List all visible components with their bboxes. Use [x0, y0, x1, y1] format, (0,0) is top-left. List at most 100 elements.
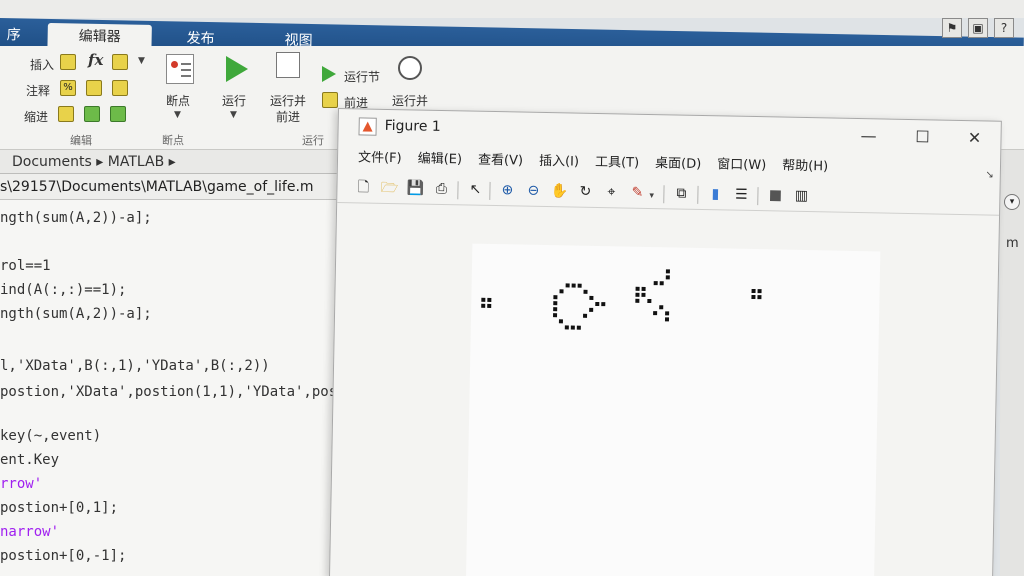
chevron-down-icon[interactable]: ▾ [649, 191, 654, 201]
editor-file-tab[interactable]: s\29157\Documents\MATLAB\game_of_life.m [0, 174, 350, 200]
live-cell [635, 286, 640, 291]
live-cell [571, 283, 576, 288]
minimize-icon[interactable]: — [854, 125, 882, 148]
live-cell [653, 281, 658, 286]
smart-indent-icon[interactable] [58, 106, 74, 122]
live-cell [564, 325, 569, 330]
figure-window[interactable]: Figure 1 — ☐ ✕ 文件(F) 编辑(E) 查看(V) 插入(I) 工… [328, 108, 1002, 576]
insert-section-icon[interactable] [60, 54, 76, 70]
chevron-down-icon[interactable]: ▼ [230, 110, 237, 120]
increase-indent-icon[interactable] [84, 106, 100, 122]
live-cell [553, 301, 558, 306]
code-line: ngth(sum(A,2))-a]; [0, 210, 152, 226]
comment-label[interactable]: 注释 [26, 82, 50, 99]
run-advance-label-2[interactable]: 前进 [276, 108, 300, 125]
hide-plot-tools-icon[interactable]: ■ [765, 185, 785, 205]
live-cell [481, 297, 486, 302]
run-section-icon[interactable] [322, 66, 336, 82]
live-cell [576, 325, 581, 330]
live-cell [565, 283, 570, 288]
live-cell [570, 325, 575, 330]
run-label[interactable]: 运行 [222, 92, 246, 109]
save-icon[interactable]: 💾 [405, 178, 425, 198]
code-line: postion+[0,1]; [0, 500, 119, 516]
zoom-in-icon[interactable]: ⊕ [497, 180, 517, 200]
live-cell [757, 289, 762, 294]
show-plot-tools-icon[interactable]: ▥ [791, 186, 811, 206]
code-line: rol==1 [0, 258, 51, 274]
run-advance-icon[interactable] [276, 52, 300, 78]
new-figure-icon[interactable]: 🗋 [353, 177, 373, 197]
brush-icon[interactable]: ✎ [627, 183, 647, 203]
save-layout-icon[interactable]: ▣ [968, 18, 988, 38]
breakpoints-label[interactable]: 断点 [166, 92, 190, 109]
code-line: ent.Key [0, 452, 60, 468]
chevron-down-icon[interactable]: ▼ [138, 56, 145, 66]
toolbar-divider [663, 185, 665, 204]
game-of-life-axes[interactable] [465, 243, 881, 576]
workspace-label: m [1006, 236, 1019, 251]
close-icon[interactable]: ✕ [960, 127, 988, 150]
code-editor[interactable]: ngth(sum(A,2))-a]; rol==1 ind(A(:,:)==1)… [0, 200, 354, 576]
data-cursor-icon[interactable]: ⌖ [601, 182, 621, 202]
uncomment-icon[interactable] [86, 80, 102, 96]
colorbar-icon[interactable]: ▮ [705, 184, 725, 204]
live-cell [659, 281, 664, 286]
link-icon[interactable]: ⧉ [671, 183, 691, 203]
maximize-icon[interactable]: ☐ [908, 126, 936, 149]
panel-actions-icon[interactable]: ▾ [1004, 194, 1020, 210]
breakpoints-icon[interactable] [166, 54, 194, 84]
menu-window[interactable]: 窗口(W) [717, 152, 766, 179]
live-cell [659, 305, 664, 310]
tab-program[interactable]: 序 [0, 22, 34, 49]
shortcut-icon[interactable]: ⚑ [942, 18, 962, 38]
run-and-time-label[interactable]: 运行并 [392, 92, 428, 109]
print-icon[interactable]: ⎙ [431, 179, 451, 199]
legend-icon[interactable]: ☰ [731, 185, 751, 205]
run-advance-label[interactable]: 运行并 [270, 92, 306, 109]
indent-label[interactable]: 缩进 [24, 108, 48, 125]
wrap-comments-icon[interactable] [112, 80, 128, 96]
run-section-label[interactable]: 运行节 [344, 68, 380, 85]
help-icon[interactable]: ? [994, 18, 1014, 38]
clock-icon[interactable] [398, 56, 422, 80]
menu-tools[interactable]: 工具(T) [595, 150, 640, 177]
live-cell [665, 269, 670, 274]
live-cell [641, 292, 646, 297]
breadcrumb[interactable]: Documents ▸ MATLAB ▸ [0, 150, 350, 174]
menu-file[interactable]: 文件(F) [358, 145, 402, 172]
percent-icon[interactable]: % [60, 80, 76, 96]
live-cell [589, 295, 594, 300]
title-strip [0, 0, 1024, 18]
decrease-indent-icon[interactable] [110, 106, 126, 122]
insert-label[interactable]: 插入 [30, 56, 54, 73]
live-cell [635, 292, 640, 297]
menu-edit[interactable]: 编辑(E) [417, 147, 463, 174]
live-cell [553, 307, 558, 312]
live-cell [583, 289, 588, 294]
code-line: ind(A(:,:)==1); [0, 282, 127, 298]
matlab-logo-icon [358, 117, 377, 136]
advance-icon[interactable] [322, 92, 338, 108]
fx-icon[interactable]: fx [88, 52, 104, 68]
quick-access-toolbar: ⚑ ▣ ? [942, 18, 1014, 38]
pan-icon[interactable]: ✋ [549, 181, 569, 201]
rotate-icon[interactable]: ↻ [575, 182, 595, 202]
live-cell [559, 289, 564, 294]
menu-help[interactable]: 帮助(H) [782, 154, 828, 181]
group-edit-label: 编辑 [70, 134, 92, 147]
insert-function-icon[interactable] [112, 54, 128, 70]
open-icon[interactable]: 🗁 [379, 178, 399, 198]
menu-insert[interactable]: 插入(I) [539, 149, 579, 176]
menu-view[interactable]: 查看(V) [478, 148, 524, 175]
pointer-icon[interactable]: ↖ [465, 179, 485, 199]
live-cell [487, 303, 492, 308]
zoom-out-icon[interactable]: ⊖ [523, 181, 543, 201]
menu-desktop[interactable]: 桌面(D) [655, 151, 702, 178]
live-cell [751, 294, 756, 300]
dock-arrow-icon[interactable]: ↘ [985, 169, 994, 180]
run-icon[interactable] [226, 56, 248, 82]
workspace-panel-edge [1000, 150, 1024, 576]
chevron-down-icon[interactable]: ▼ [174, 110, 181, 120]
group-run-label: 运行 [302, 134, 324, 147]
